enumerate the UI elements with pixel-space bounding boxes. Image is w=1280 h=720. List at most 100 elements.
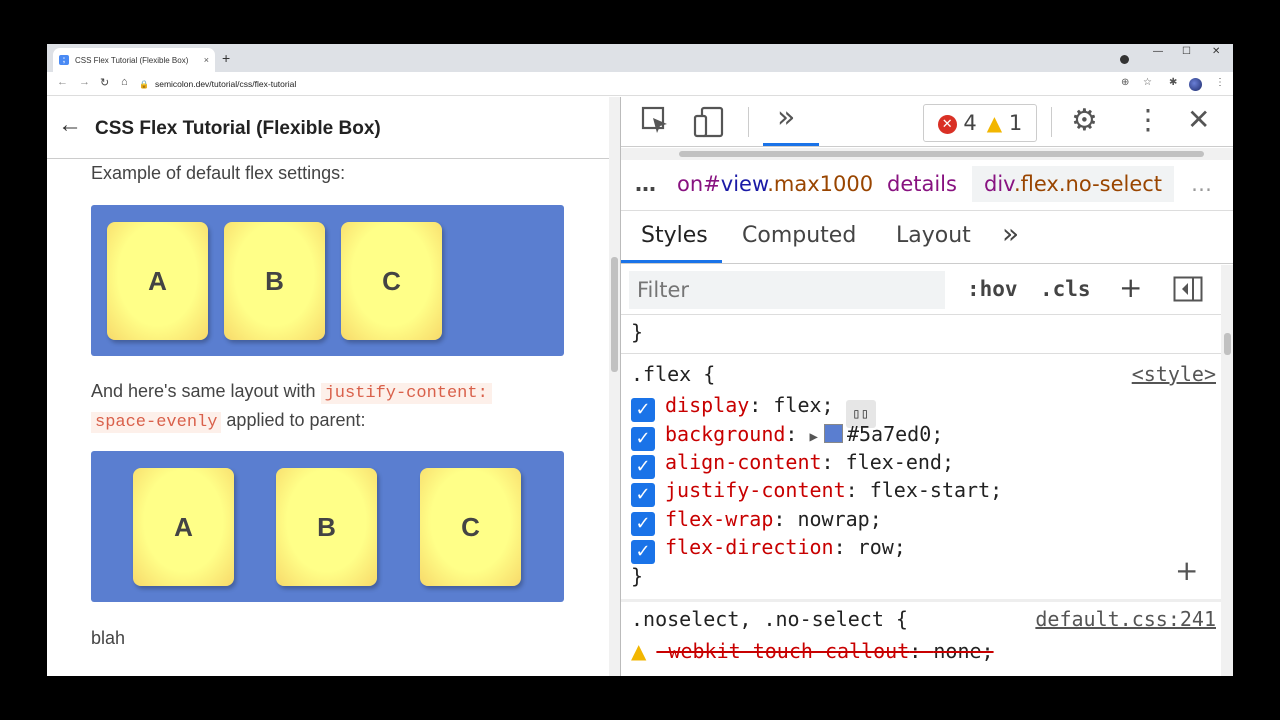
styles-scrollbar[interactable] xyxy=(1221,265,1233,676)
minimize-button[interactable]: — xyxy=(1153,46,1163,57)
checkbox-icon[interactable]: ✓ xyxy=(631,398,655,422)
profile-indicator-icon[interactable] xyxy=(1120,55,1129,64)
struck-declaration: -webkit-touch-callout: none; xyxy=(656,639,994,663)
declaration-background[interactable]: ✓ background: ▶ #5a7ed0; xyxy=(631,422,943,451)
extensions-icon[interactable]: ✱ xyxy=(1169,77,1177,88)
tab-computed[interactable]: Computed xyxy=(742,223,856,248)
checkbox-icon[interactable]: ✓ xyxy=(631,427,655,451)
declaration-justify-content[interactable]: ✓ justify-content: flex-start; xyxy=(631,478,1002,507)
tab-styles[interactable]: Styles xyxy=(641,223,708,248)
selector-text: .flex xyxy=(631,362,692,386)
property-value: flex; xyxy=(773,393,834,417)
breadcrumb-scrollbar-thumb[interactable] xyxy=(679,151,1204,157)
close-window-button[interactable]: ✕ xyxy=(1212,46,1220,57)
warning-icon: ▲ xyxy=(631,639,647,663)
flex-example-default: A B C xyxy=(91,205,564,356)
reload-icon[interactable]: ↻ xyxy=(100,76,109,89)
devtools-toolbar: » ✕ 4 ▲ 1 ⚙ ⋮ ✕ xyxy=(621,97,1233,147)
property-name: flex-direction xyxy=(665,535,834,559)
styles-filter-input[interactable] xyxy=(629,271,945,309)
dom-breadcrumbs: … on#view.max1000 details div.flex.no-se… xyxy=(621,161,1233,211)
add-declaration-button[interactable]: + xyxy=(1175,554,1198,587)
flex-item-b: B xyxy=(224,222,325,340)
styles-scrollbar-thumb[interactable] xyxy=(1224,333,1231,355)
back-arrow-icon[interactable]: ← xyxy=(58,111,82,139)
more-subtabs-icon[interactable]: » xyxy=(1002,217,1019,250)
back-icon[interactable]: ← xyxy=(57,76,68,88)
property-value: flex-end; xyxy=(845,450,955,474)
flex-example-space-evenly: A B C xyxy=(91,451,564,602)
declaration-flex-wrap[interactable]: ✓ flex-wrap: nowrap; xyxy=(631,507,882,536)
property-name: display xyxy=(665,393,750,417)
maximize-button[interactable]: ☐ xyxy=(1182,46,1191,57)
close-devtools-icon[interactable]: ✕ xyxy=(1187,103,1210,136)
breadcrumb-div-flex[interactable]: div.flex.no-select xyxy=(972,166,1175,202)
declaration-webkit-touch-callout[interactable]: ▲ -webkit-touch-callout: none; xyxy=(631,639,994,663)
issues-counter-button[interactable]: ✕ 4 ▲ 1 xyxy=(923,104,1037,142)
color-swatch[interactable] xyxy=(823,424,843,443)
rule-noselect-selector[interactable]: .noselect, .no-select { xyxy=(631,607,908,631)
toolbar-divider xyxy=(748,107,749,137)
device-toolbar-icon[interactable] xyxy=(693,106,725,145)
page-title: CSS Flex Tutorial (Flexible Box) xyxy=(95,118,381,139)
property-name: flex-wrap xyxy=(665,507,774,531)
warning-icon: ▲ xyxy=(986,111,1003,135)
avatar[interactable] xyxy=(1189,78,1202,91)
property-name: align-content xyxy=(665,450,822,474)
new-style-rule-button[interactable]: + xyxy=(1119,271,1142,304)
declaration-align-content[interactable]: ✓ align-content: flex-end; xyxy=(631,450,954,479)
url-bar[interactable]: 🔒 semicolon.dev/tutorial/css/flex-tutori… xyxy=(139,75,1139,93)
selector-text: .noselect, .no-select xyxy=(631,607,884,631)
breadcrumb-view-prefix: on# xyxy=(677,172,721,196)
bookmark-star-icon[interactable]: ☆ xyxy=(1143,77,1152,88)
error-icon: ✕ xyxy=(937,115,957,134)
breadcrumb-scroll-right[interactable]: … xyxy=(1191,172,1212,196)
property-value: flex-start; xyxy=(869,478,1003,502)
forward-icon[interactable]: → xyxy=(79,76,90,88)
declaration-flex-direction[interactable]: ✓ flex-direction: row; xyxy=(631,535,906,564)
property-value: none; xyxy=(933,639,994,663)
more-panels-icon[interactable]: » xyxy=(777,100,795,135)
devtools-menu-kebab-icon[interactable]: ⋮ xyxy=(1134,103,1162,136)
zoom-icon[interactable]: ⊕ xyxy=(1121,77,1129,88)
breadcrumb-view-id: view xyxy=(720,172,768,196)
explanation-text-before: And here's same layout with xyxy=(91,381,321,401)
breadcrumb-scrollbar[interactable] xyxy=(621,148,1233,160)
breadcrumb-details[interactable]: details xyxy=(887,172,957,196)
intro-text: Example of default flex settings: xyxy=(91,163,346,183)
hov-toggle-button[interactable]: :hov xyxy=(967,277,1018,301)
new-tab-button[interactable]: + xyxy=(222,50,230,66)
breadcrumb-view[interactable]: on#view.max1000 xyxy=(677,172,873,196)
home-icon[interactable]: ⌂ xyxy=(121,76,128,88)
checkbox-icon[interactable]: ✓ xyxy=(631,540,655,564)
rule-flex-selector[interactable]: .flex { xyxy=(631,362,715,386)
menu-kebab-icon[interactable]: ⋮ xyxy=(1215,77,1225,88)
browser-tab[interactable]: ; CSS Flex Tutorial (Flexible Box) × xyxy=(53,48,215,72)
tab-layout[interactable]: Layout xyxy=(896,223,971,248)
tab-close-button[interactable]: × xyxy=(204,55,209,65)
inspect-element-icon[interactable] xyxy=(641,106,671,143)
checkbox-icon[interactable]: ✓ xyxy=(631,455,655,479)
page-scrollbar-thumb[interactable] xyxy=(611,257,618,372)
active-subtab-underline xyxy=(621,260,722,263)
error-count: 4 xyxy=(963,111,977,135)
breadcrumb-div-tag: div xyxy=(984,172,1014,196)
inline-code-justify: justify-content: xyxy=(320,383,492,404)
url-text: semicolon.dev/tutorial/css/flex-tutorial xyxy=(154,79,297,89)
styles-pane: } .flex { <style> ✓ display: flex; ▯▯ ✓ bac… xyxy=(621,316,1221,676)
toggle-sidebar-icon[interactable] xyxy=(1173,276,1203,306)
rule-flex-source-link[interactable]: <style> xyxy=(1132,362,1216,386)
checkbox-icon[interactable]: ✓ xyxy=(631,512,655,536)
rule-noselect-source-link[interactable]: default.css:241 xyxy=(1035,607,1216,631)
explanation-paragraph: And here's same layout with justify-cont… xyxy=(91,378,561,436)
breadcrumb-scroll-left[interactable]: … xyxy=(635,172,656,196)
flex-item-b: B xyxy=(276,468,377,586)
settings-gear-icon[interactable]: ⚙ xyxy=(1071,103,1098,138)
checkbox-icon[interactable]: ✓ xyxy=(631,483,655,507)
footer-text: blah xyxy=(91,628,126,648)
property-value: row; xyxy=(857,535,906,559)
cls-toggle-button[interactable]: .cls xyxy=(1040,277,1091,301)
property-value: #5a7ed0; xyxy=(846,422,944,446)
page-scrollbar[interactable] xyxy=(609,97,620,676)
expand-triangle-icon[interactable]: ▶ xyxy=(810,429,818,445)
